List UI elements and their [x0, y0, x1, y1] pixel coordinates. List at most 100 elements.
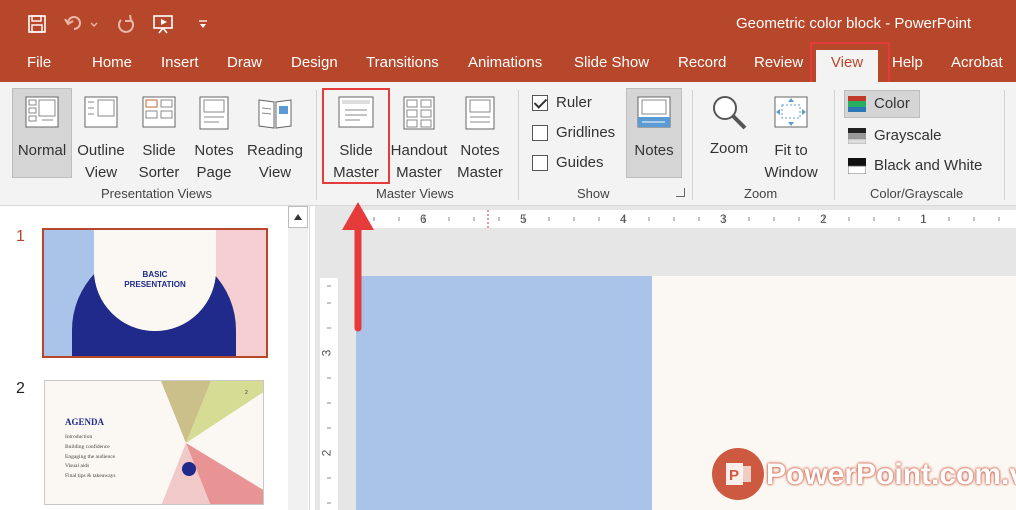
ruler-label: 3 [319, 349, 334, 357]
notes-master-label-2: Master [457, 164, 503, 181]
agenda-item: Introduction [65, 434, 93, 440]
show-dialog-launcher-icon[interactable] [676, 188, 685, 197]
present-from-beginning-icon[interactable] [152, 12, 176, 36]
notes-label: Notes [634, 142, 674, 159]
reading-view-button[interactable]: Reading View [242, 96, 308, 184]
tab-acrobat[interactable]: Acrobat [951, 54, 1003, 71]
scroll-up-button[interactable] [288, 206, 308, 228]
reading-view-label-2: View [258, 164, 292, 181]
watermark-text: PowerPoint.com.vn [766, 458, 1016, 491]
notes-page-button[interactable]: Notes Page [188, 96, 240, 184]
tab-home[interactable]: Home [92, 54, 132, 71]
zoom-group-label: Zoom [744, 186, 778, 201]
checkbox-box [532, 154, 548, 171]
ruler-label: Ruler [556, 94, 592, 111]
normal-view-button[interactable]: Normal [12, 96, 72, 162]
ruler-label: 2 [319, 449, 334, 457]
grayscale-option[interactable]: Grayscale [848, 127, 942, 144]
tab-record[interactable]: Record [678, 54, 726, 71]
svg-text:P: P [729, 467, 739, 484]
zoom-button[interactable]: Zoom [702, 94, 756, 160]
tab-design[interactable]: Design [291, 54, 338, 71]
horizontal-ruler: 6 5 4 3 2 1 [356, 210, 1016, 228]
notes-master-button[interactable]: Notes Master [452, 96, 508, 184]
checkbox-box [532, 124, 548, 141]
fit-to-window-button[interactable]: Fit to Window [760, 96, 822, 184]
guides-checkbox[interactable]: Guides [532, 154, 604, 171]
window-title: Geometric color block - PowerPoint [736, 15, 972, 32]
slide-sorter-label-1: Slide [142, 142, 176, 159]
agenda-item: Building confidence [65, 443, 110, 450]
notes-master-icon [465, 96, 495, 130]
slide-thumbnail-1[interactable]: BASIC PRESENTATION [42, 228, 268, 358]
tab-review[interactable]: Review [754, 54, 803, 71]
powerpoint-logo-icon: P [712, 448, 764, 500]
tab-transitions[interactable]: Transitions [366, 54, 439, 71]
tab-slide-show[interactable]: Slide Show [574, 54, 649, 71]
agenda-item: Visual aids [65, 463, 90, 470]
gridlines-checkbox[interactable]: Gridlines [532, 124, 615, 141]
separator [518, 90, 519, 200]
slide-1-title: BASIC PRESENTATION [44, 270, 266, 290]
ruler-label: 2 [820, 212, 827, 226]
slide-master-highlight [322, 88, 390, 184]
agenda-item: Final tips & takeaways [65, 473, 116, 480]
tab-draw[interactable]: Draw [227, 54, 262, 71]
magnifier-icon [713, 96, 747, 130]
handout-master-button[interactable]: Handout Master [388, 96, 450, 184]
fit-label-2: Window [764, 164, 818, 181]
ruler-label: 4 [620, 212, 627, 226]
outline-view-button[interactable]: Outline View [72, 96, 130, 184]
reading-view-label-1: Reading [247, 142, 303, 159]
agenda-item: Engaging the audience [65, 453, 116, 460]
ruler-label: 6 [420, 212, 427, 226]
separator [834, 90, 835, 200]
outline-view-label-2: View [84, 164, 118, 181]
undo-icon[interactable] [64, 12, 98, 36]
save-icon[interactable] [28, 12, 46, 36]
fit-to-window-icon [774, 96, 808, 128]
redo-icon[interactable] [116, 12, 136, 36]
notes-page-icon [199, 96, 229, 130]
handout-master-label-1: Handout [390, 142, 448, 159]
tab-animations[interactable]: Animations [468, 54, 542, 71]
tab-file[interactable]: File [27, 54, 51, 71]
tab-insert[interactable]: Insert [161, 54, 199, 71]
slide-1-title-line1: BASIC [142, 270, 168, 279]
grayscale-swatch-icon [848, 127, 866, 144]
slide-number: 2 [16, 380, 25, 397]
customize-qat-icon[interactable] [198, 12, 208, 36]
thumbnail-scrollbar[interactable] [288, 206, 308, 510]
guides-label: Guides [556, 154, 604, 171]
ppt-logo-glyph: P [726, 463, 751, 485]
presentation-views-label: Presentation Views [101, 186, 213, 201]
outline-view-icon [84, 96, 118, 128]
color-swatch-icon [848, 95, 866, 112]
scroll-up-icon [294, 214, 302, 220]
slide-sorter-button[interactable]: Slide Sorter [132, 96, 186, 184]
check-icon [532, 94, 548, 111]
zoom-label: Zoom [709, 140, 749, 157]
black-white-option[interactable]: Black and White [848, 157, 982, 174]
notes-page-label-2: Page [196, 164, 232, 181]
slide-number: 1 [16, 228, 25, 245]
tab-help[interactable]: Help [892, 54, 923, 71]
notes-button[interactable]: Notes [626, 96, 682, 162]
slide-blue-block[interactable] [356, 276, 652, 510]
outline-view-label-1: Outline [77, 142, 125, 159]
handout-master-icon [403, 96, 435, 130]
notes-page-label-1: Notes [194, 142, 234, 159]
red-arrow-annotation [342, 202, 374, 332]
handout-master-label-2: Master [396, 164, 442, 181]
slide-2-heading: AGENDA [65, 417, 105, 427]
color-label: Color [874, 95, 910, 112]
normal-view-icon [25, 96, 59, 128]
slide-sorter-label-2: Sorter [138, 164, 180, 181]
vertical-ruler: 3 2 [319, 278, 338, 510]
notes-master-label-1: Notes [460, 142, 500, 159]
reading-view-icon [258, 99, 292, 129]
slide-thumbnail-2[interactable]: 2 AGENDA Introduction Building confidenc… [44, 380, 264, 505]
ruler-checkbox[interactable]: Ruler [532, 94, 592, 111]
color-option[interactable]: Color [848, 95, 910, 112]
separator [1004, 90, 1005, 200]
